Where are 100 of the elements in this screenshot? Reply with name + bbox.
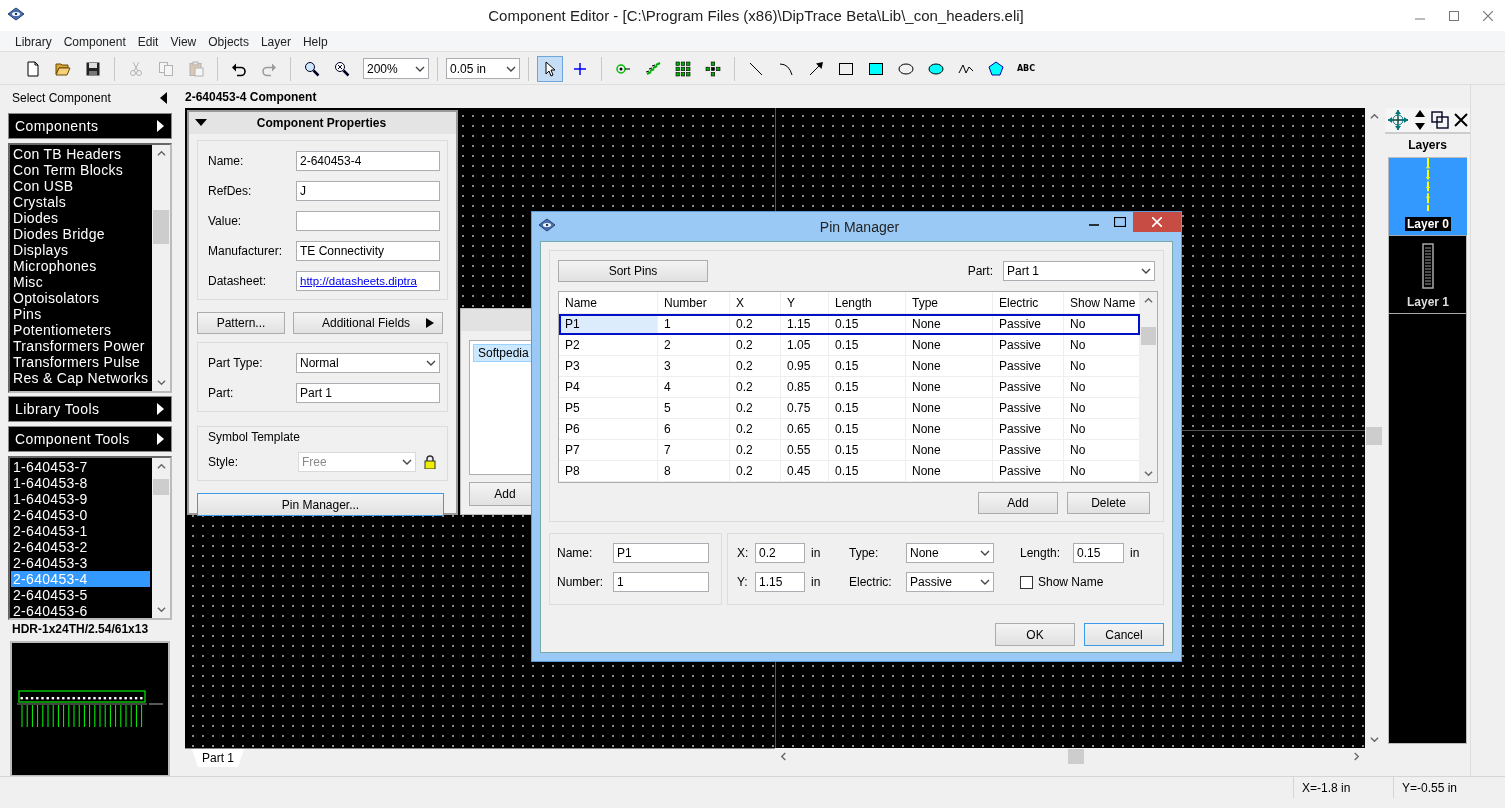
chevron-up-icon[interactable] [156,149,166,158]
table-row[interactable]: P1 1 0.2 1.15 0.15 None Passive No [559,314,1140,335]
table-row[interactable]: P8 8 0.2 0.45 0.15 None Passive No [559,461,1140,482]
list-item[interactable]: 1-640453-9 [11,491,150,507]
input-field[interactable]: http://datasheets.diptra [296,271,440,291]
list-item[interactable]: Res & Cap Networks [11,370,150,386]
pattern-button[interactable]: Pattern... [197,312,285,334]
column-header[interactable]: Name [559,292,658,314]
cancel-button[interactable]: Cancel [1084,623,1164,646]
resize-icon[interactable] [1430,111,1449,129]
dropdown[interactable]: None [906,543,994,563]
input-field[interactable]: J [296,181,440,201]
list-item[interactable]: 1-640453-7 [11,459,150,475]
dropdown[interactable]: Passive [906,572,994,592]
delete-button[interactable]: Delete [1067,492,1150,514]
list-item[interactable]: 2-640453-0 [11,507,150,523]
triangle-right-icon[interactable] [156,432,165,446]
triangle-right-icon[interactable] [156,119,165,133]
list-item[interactable]: 2-640453-3 [11,555,150,571]
list-item[interactable]: 2-640453-5 [11,587,150,603]
up-down-icon[interactable] [1414,109,1427,131]
list-item[interactable]: Con TB Headers [11,146,150,162]
input-field[interactable] [296,211,440,231]
triangle-down-icon[interactable] [195,119,207,127]
list-item[interactable]: Transformers Pulse [11,354,150,370]
chevron-down-icon[interactable] [156,605,166,614]
list-item[interactable]: 1-640453-8 [11,475,150,491]
list-item[interactable]: Potentiometers [11,322,150,338]
additional-fields-button[interactable]: Additional Fields [293,312,443,334]
list-item[interactable]: Transformers Power [11,338,150,354]
sort-pins-button[interactable]: Sort Pins [558,260,708,282]
input-field[interactable]: 0.15 [1073,543,1124,563]
section-header[interactable]: Components [8,113,172,139]
column-header[interactable]: Number [658,292,730,314]
section-header[interactable]: Component Tools [8,426,172,452]
menu-item[interactable]: View [164,34,203,49]
table-row[interactable]: P2 2 0.2 1.05 0.15 None Passive No [559,335,1140,356]
list-item[interactable]: 2-640453-2 [11,539,150,555]
input-field[interactable]: 0.2 [755,543,805,563]
scrollbar-thumb[interactable] [1366,427,1382,445]
menu-item[interactable]: Component [57,34,132,49]
table-row[interactable]: P7 7 0.2 0.55 0.15 None Passive No [559,440,1140,461]
list-item[interactable]: Pins [11,306,150,322]
list-item[interactable]: 2-640453-1 [11,523,150,539]
scrollbar-thumb[interactable] [153,210,169,244]
dropdown[interactable]: Normal [296,353,440,373]
scrollbar-thumb[interactable] [1141,327,1156,345]
scrollbar[interactable] [152,145,170,391]
move-icon[interactable] [1387,109,1410,131]
chevron-up-icon[interactable] [1144,296,1153,305]
pin-manager-button[interactable]: Pin Manager... [197,493,444,516]
layer-item[interactable]: Layer 1 [1389,236,1467,314]
table-row[interactable]: P4 4 0.2 0.85 0.15 None Passive No [559,377,1140,398]
dropdown[interactable]: Part 1 [1003,261,1155,281]
column-header[interactable]: X [730,292,781,314]
menu-item[interactable]: Objects [202,34,255,49]
input-field[interactable]: TE Connectivity [296,241,440,261]
tab[interactable]: Part 1 [192,749,244,767]
pointer-icon[interactable] [537,55,563,82]
scrollbar[interactable] [1140,292,1157,482]
menu-item[interactable]: Edit [131,34,165,49]
dropdown[interactable]: 200% [363,58,429,79]
close-icon[interactable] [1453,113,1468,127]
chevron-right-icon[interactable] [1352,752,1361,761]
ok-button[interactable]: OK [995,623,1075,646]
text-tool-button[interactable]: ABC [1013,55,1039,82]
table-row[interactable]: P3 3 0.2 0.95 0.15 None Passive No [559,356,1140,377]
menu-item[interactable]: Help [296,34,334,49]
chevron-left-icon[interactable] [779,752,788,761]
list-item[interactable]: Optoisolators [11,290,150,306]
add-button[interactable]: Add [978,492,1058,514]
column-header[interactable]: Y [781,292,829,314]
menu-item[interactable]: Layer [254,34,297,49]
checkbox-label[interactable]: Show Name [1038,575,1104,589]
layer-item[interactable]: Layer 0 [1389,158,1467,236]
list-item[interactable]: Con Term Blocks [11,162,150,178]
close-button[interactable] [1133,212,1181,232]
section-header[interactable]: Library Tools [8,396,172,422]
list-item[interactable]: 2-640453-6 [11,603,150,618]
input-field[interactable]: 1.15 [755,572,805,592]
column-header[interactable]: Electric [993,292,1064,314]
triangle-right-icon[interactable] [156,402,165,416]
chevron-up-icon[interactable] [156,462,166,471]
list-item[interactable]: Displays [11,242,150,258]
list-item[interactable]: Con USB [11,178,150,194]
scrollbar[interactable] [152,458,170,618]
chevron-down-icon[interactable] [156,378,166,387]
triangle-left-icon[interactable] [159,91,168,105]
scrollbar-thumb[interactable] [153,479,169,495]
input-field[interactable]: 2-640453-4 [296,151,440,171]
maximize-icon[interactable] [1114,217,1126,227]
input-field[interactable]: P1 [613,543,709,563]
chevron-up-icon[interactable] [1369,112,1379,121]
list-item[interactable]: Crystals [11,194,150,210]
chevron-down-icon[interactable] [1369,735,1379,744]
link[interactable]: http://datasheets.diptra [300,275,417,287]
table-row[interactable]: P5 5 0.2 0.75 0.15 None Passive No [559,398,1140,419]
list-item[interactable]: Diodes [11,210,150,226]
list-item[interactable]: Microphones [11,258,150,274]
column-header[interactable]: Type [906,292,993,314]
